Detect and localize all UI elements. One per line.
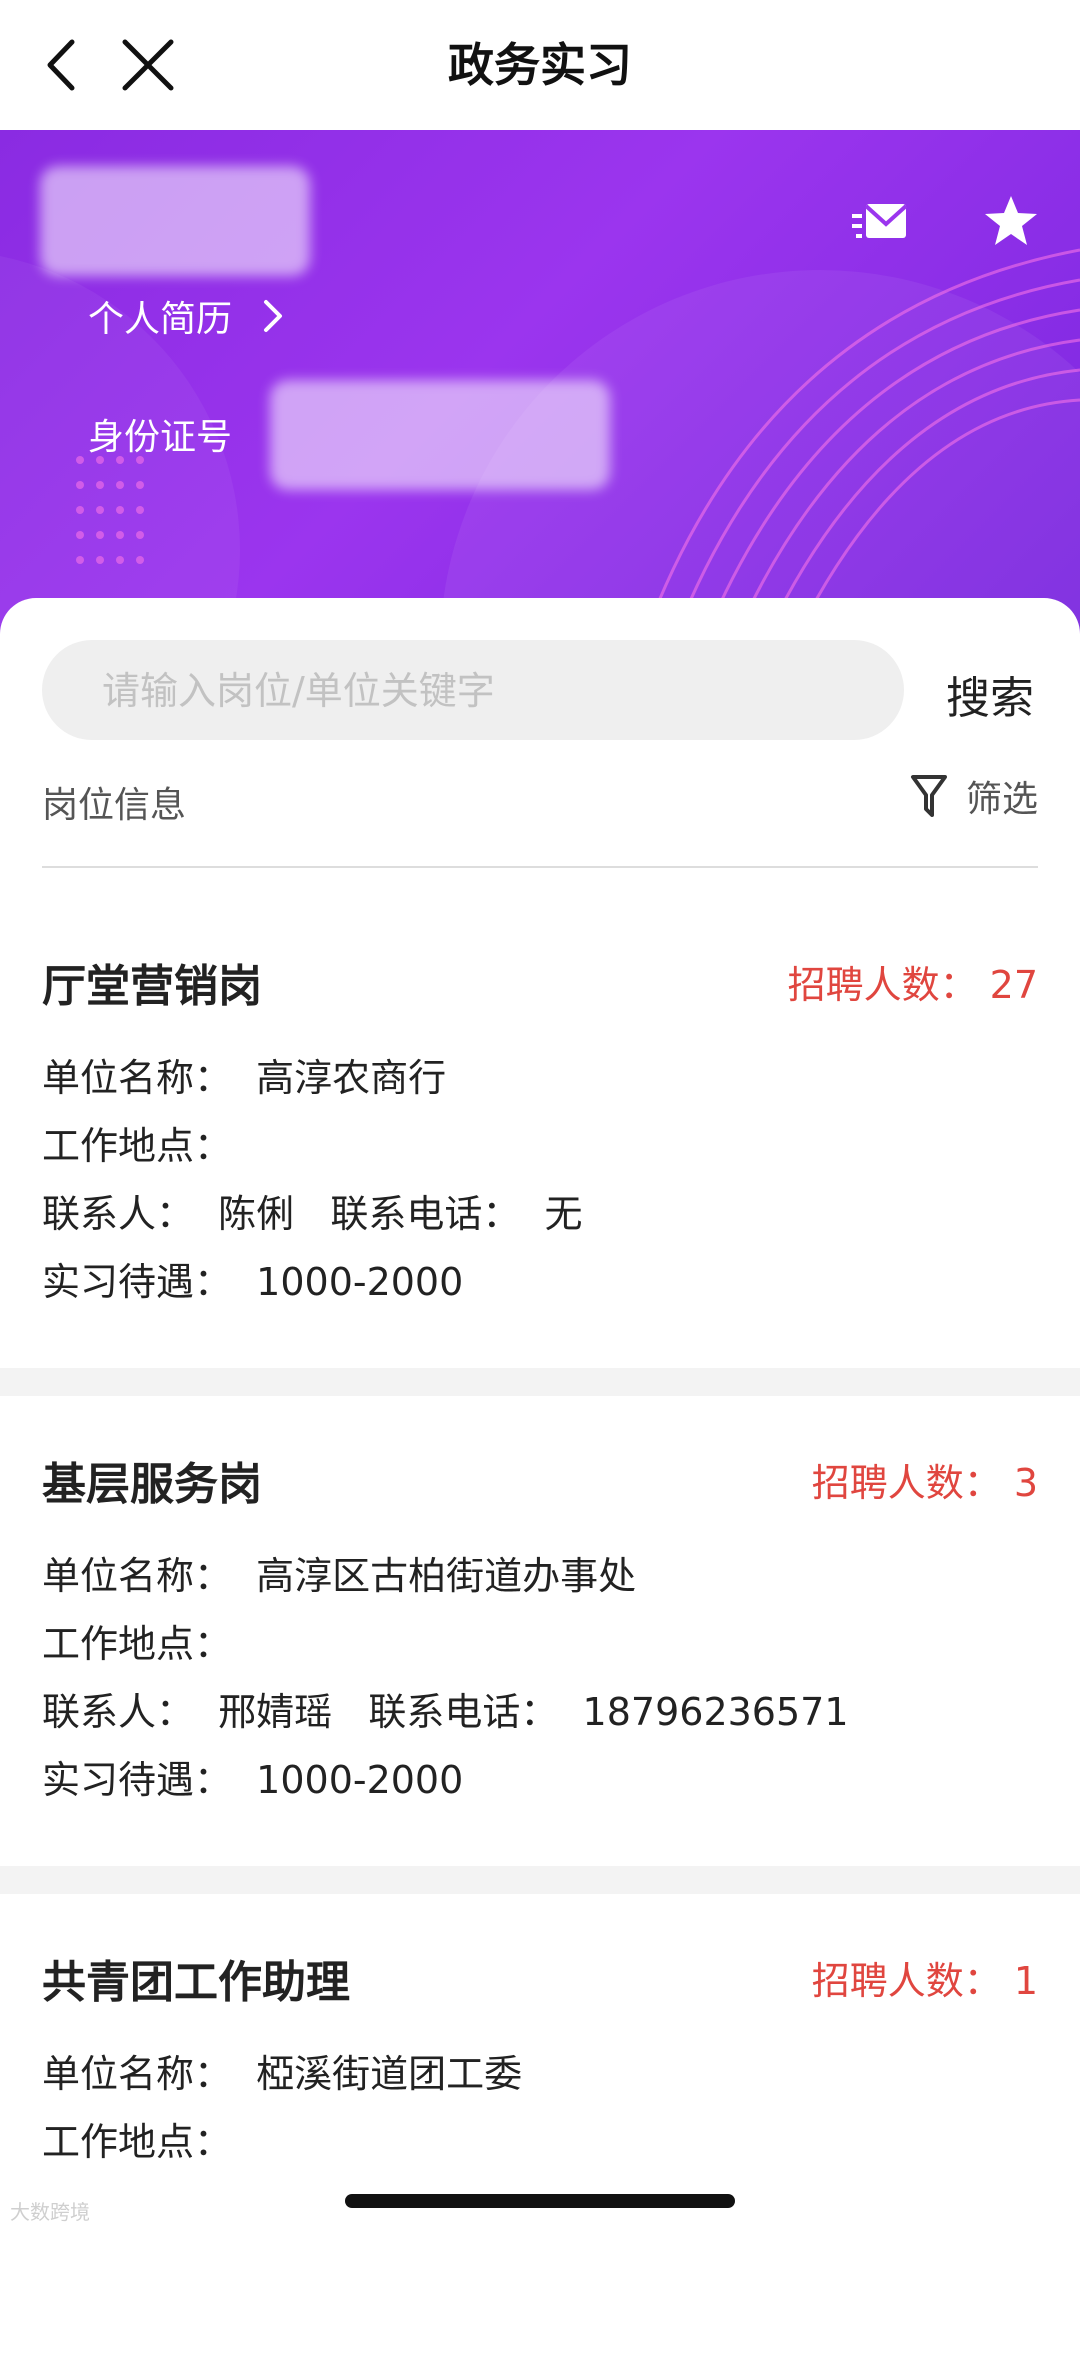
job-card[interactable]: 厅堂营销岗 招聘人数： 27 单位名称： 高淳农商行 工作地点： 联系人： 陈俐… <box>0 898 1080 1368</box>
job-contact: 联系人： 陈俐 联系电话： 无 <box>42 1192 583 1236</box>
job-location: 工作地点： <box>42 1124 233 1168</box>
resume-link[interactable]: 个人简历 <box>88 290 286 342</box>
mail-icon[interactable] <box>852 200 908 246</box>
home-indicator <box>345 2194 735 2208</box>
job-unit: 单位名称： 高淳区古柏街道办事处 <box>42 1554 637 1598</box>
search-button[interactable]: 搜索 <box>946 662 1034 726</box>
redacted-name <box>40 166 310 276</box>
chevron-right-icon <box>264 300 283 332</box>
job-card[interactable]: 共青团工作助理 招聘人数： 1 单位名称： 椏溪街道团工委 工作地点： <box>0 1894 1080 2364</box>
section-title: 岗位信息 <box>42 785 187 826</box>
top-navbar: 政务实习 <box>0 0 1080 130</box>
divider <box>0 1368 1080 1396</box>
job-pay: 实习待遇： 1000-2000 <box>42 1758 464 1802</box>
job-headcount: 招聘人数： 1 <box>811 1959 1038 2003</box>
job-title: 厅堂营销岗 <box>42 961 262 1012</box>
job-location: 工作地点： <box>42 2120 233 2164</box>
id-number-label: 身份证号 <box>88 417 233 458</box>
job-card[interactable]: 基层服务岗 招聘人数： 3 单位名称： 高淳区古柏街道办事处 工作地点： 联系人… <box>0 1396 1080 1866</box>
job-unit: 单位名称： 椏溪街道团工委 <box>42 2052 523 2096</box>
star-icon[interactable] <box>983 193 1039 249</box>
job-title: 共青团工作助理 <box>42 1957 350 2008</box>
content-sheet: 搜索 岗位信息 筛选 厅堂营销岗 招聘人数： 27 单位名称： 高淳农商行 工作… <box>0 598 1080 2364</box>
filter-label: 筛选 <box>965 779 1038 820</box>
job-title: 基层服务岗 <box>42 1459 262 1510</box>
search-input[interactable] <box>100 640 884 742</box>
page-title: 政务实习 <box>448 38 632 92</box>
job-pay: 实习待遇： 1000-2000 <box>42 1260 464 1304</box>
job-headcount: 招聘人数： 3 <box>811 1461 1038 1505</box>
redacted-id-number <box>270 380 610 490</box>
job-unit: 单位名称： 高淳农商行 <box>42 1056 447 1100</box>
watermark: 大数跨境 <box>10 2200 90 2224</box>
profile-header: 个人简历 身份证号 <box>0 130 1080 650</box>
job-contact: 联系人： 邢婧瑶 联系电话： 18796236571 <box>42 1690 849 1734</box>
job-headcount: 招聘人数： 27 <box>787 963 1038 1007</box>
filter-icon <box>910 775 947 817</box>
filter-button[interactable]: 筛选 <box>910 770 1038 822</box>
job-list: 厅堂营销岗 招聘人数： 27 单位名称： 高淳农商行 工作地点： 联系人： 陈俐… <box>0 898 1080 2364</box>
section-header: 岗位信息 筛选 <box>42 775 1038 868</box>
search-box <box>42 640 904 742</box>
resume-label: 个人简历 <box>88 299 233 340</box>
divider <box>0 1866 1080 1894</box>
job-location: 工作地点： <box>42 1622 233 1666</box>
